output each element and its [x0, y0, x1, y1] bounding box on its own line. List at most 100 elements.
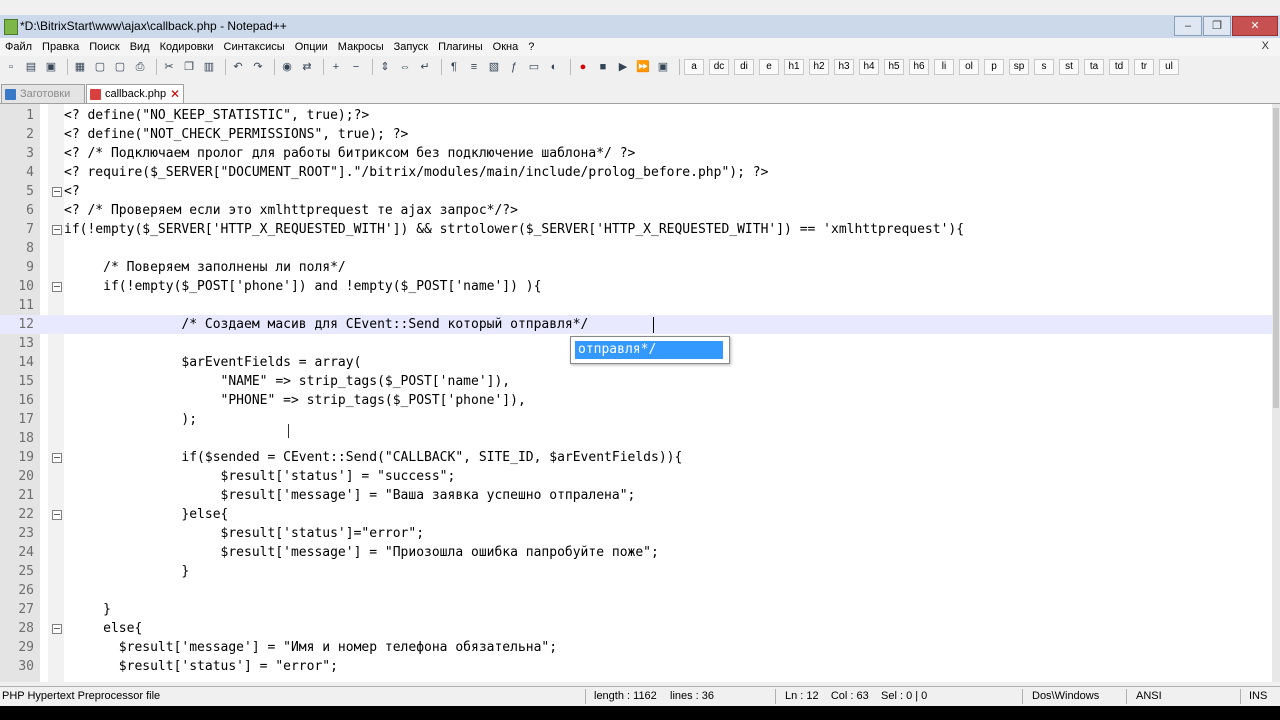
- html-tag-button-h2[interactable]: h2: [809, 59, 829, 75]
- code-line[interactable]: 9 /* Поверяем заполнены ли поля*/: [0, 258, 1272, 277]
- menu-syntax[interactable]: Синтаксисы: [219, 41, 290, 53]
- html-tag-button-li[interactable]: li: [934, 59, 954, 75]
- stop-icon[interactable]: ■: [595, 59, 611, 75]
- sync-h-icon[interactable]: ⇔: [397, 59, 413, 75]
- menu-search[interactable]: Поиск: [84, 41, 124, 53]
- html-tag-button-ta[interactable]: ta: [1084, 59, 1104, 75]
- html-tag-button-h5[interactable]: h5: [884, 59, 904, 75]
- copy-icon[interactable]: ❐: [181, 59, 197, 75]
- fold-toggle-icon[interactable]: [52, 282, 62, 292]
- find-icon[interactable]: ◉: [279, 59, 295, 75]
- code-line[interactable]: 25 }: [0, 562, 1272, 581]
- html-tag-button-sp[interactable]: sp: [1009, 59, 1029, 75]
- close-icon[interactable]: ▢: [92, 59, 108, 75]
- html-tag-button-h3[interactable]: h3: [834, 59, 854, 75]
- html-tag-button-s[interactable]: s: [1034, 59, 1054, 75]
- code-line[interactable]: 29 $result['message'] = "Имя и номер тел…: [0, 638, 1272, 657]
- paste-icon[interactable]: ▥: [201, 59, 217, 75]
- menu-options[interactable]: Опции: [290, 41, 333, 53]
- code-line[interactable]: 7 if(!empty($_SERVER['HTTP_X_REQUESTED_WI…: [0, 220, 1272, 239]
- fold-toggle-icon[interactable]: [52, 187, 62, 197]
- code-line[interactable]: 3 <? /* Подключаем пролог для работы битр…: [0, 144, 1272, 163]
- scrollbar-thumb[interactable]: [1273, 108, 1279, 408]
- tab-callback-php[interactable]: callback.php ✕: [86, 84, 184, 103]
- fold-toggle-icon[interactable]: [52, 225, 62, 235]
- code-line[interactable]: 8: [0, 239, 1272, 258]
- code-line[interactable]: 19 if($sended = CEvent::Send("CALLBACK",…: [0, 448, 1272, 467]
- menu-edit[interactable]: Правка: [37, 41, 84, 53]
- code-line[interactable]: 20 $result['status'] = "success";: [0, 467, 1272, 486]
- code-line[interactable]: 4 <? require($_SERVER["DOCUMENT_ROOT"]."/…: [0, 163, 1272, 182]
- menu-view[interactable]: Вид: [125, 41, 155, 53]
- show-all-icon[interactable]: ¶: [446, 59, 462, 75]
- save-all-icon[interactable]: ▦: [72, 59, 88, 75]
- fold-toggle-icon[interactable]: [52, 453, 62, 463]
- cut-icon[interactable]: ✂: [161, 59, 177, 75]
- code-line[interactable]: 22 }else{: [0, 505, 1272, 524]
- menu-file[interactable]: Файл: [0, 41, 37, 53]
- close-all-icon[interactable]: ▢: [112, 59, 128, 75]
- record-icon[interactable]: ●: [575, 59, 591, 75]
- html-tag-button-di[interactable]: di: [734, 59, 754, 75]
- vertical-scrollbar[interactable]: [1272, 104, 1280, 682]
- code-line[interactable]: 26: [0, 581, 1272, 600]
- html-tag-button-td[interactable]: td: [1109, 59, 1129, 75]
- code-line[interactable]: 15 "NAME" => strip_tags($_POST['name']),: [0, 372, 1272, 391]
- redo-icon[interactable]: ↷: [250, 59, 266, 75]
- open-file-icon[interactable]: ▤: [23, 59, 39, 75]
- code-line[interactable]: 1 <? define("NO_KEEP_STATISTIC", true);?>: [0, 106, 1272, 125]
- code-line[interactable]: 21 $result['message'] = "Ваша заявка усп…: [0, 486, 1272, 505]
- menu-plugins[interactable]: Плагины: [433, 41, 488, 53]
- html-tag-button-e[interactable]: e: [759, 59, 779, 75]
- html-tag-button-st[interactable]: st: [1059, 59, 1079, 75]
- code-line[interactable]: 16 "PHONE" => strip_tags($_POST['phone']…: [0, 391, 1272, 410]
- html-tag-button-p[interactable]: p: [984, 59, 1004, 75]
- tab-zagotovki[interactable]: Заготовки: [1, 84, 85, 103]
- undo-icon[interactable]: ↶: [230, 59, 246, 75]
- html-tag-button-h4[interactable]: h4: [859, 59, 879, 75]
- html-tag-button-h1[interactable]: h1: [784, 59, 804, 75]
- code-editor[interactable]: 1 <? define("NO_KEEP_STATISTIC", true);?>…: [0, 104, 1272, 682]
- print-icon[interactable]: ⎙: [132, 59, 148, 75]
- sync-v-icon[interactable]: ⇕: [377, 59, 393, 75]
- code-line[interactable]: 24 $result['message'] = "Приозошла ошибк…: [0, 543, 1272, 562]
- wrap-icon[interactable]: ↵: [417, 59, 433, 75]
- code-line[interactable]: 28 else{: [0, 619, 1272, 638]
- new-file-icon[interactable]: ▫: [3, 59, 19, 75]
- function-list-icon[interactable]: ƒ: [506, 59, 522, 75]
- menu-macro[interactable]: Макросы: [333, 41, 389, 53]
- code-line[interactable]: 12 /* Создаем масив для CEvent::Send кот…: [0, 315, 1272, 334]
- fold-toggle-icon[interactable]: [52, 624, 62, 634]
- html-tag-button-h6[interactable]: h6: [909, 59, 929, 75]
- doc-map-icon[interactable]: ▧: [486, 59, 502, 75]
- tab-close-icon[interactable]: ✕: [170, 85, 180, 104]
- code-line[interactable]: 10 if(!empty($_POST['phone']) and !empty…: [0, 277, 1272, 296]
- html-tag-button-tr[interactable]: tr: [1134, 59, 1154, 75]
- menu-run[interactable]: Запуск: [389, 41, 433, 53]
- html-tag-button-dc[interactable]: dc: [709, 59, 729, 75]
- autocomplete-suggestion[interactable]: отправля*/: [575, 341, 723, 359]
- minimize-button[interactable]: ‒: [1174, 16, 1202, 36]
- save-macro-icon[interactable]: ▣: [655, 59, 671, 75]
- close-document-icon[interactable]: X: [1257, 40, 1274, 52]
- play-multi-icon[interactable]: ⏩: [635, 59, 651, 75]
- maximize-button[interactable]: ❐: [1203, 16, 1231, 36]
- code-line[interactable]: 5 <?: [0, 182, 1272, 201]
- indent-guide-icon[interactable]: ≡: [466, 59, 482, 75]
- code-line[interactable]: 30 $result['status'] = "error";: [0, 657, 1272, 676]
- menu-help[interactable]: ?: [523, 41, 539, 53]
- code-line[interactable]: 2 <? define("NOT_CHECK_PERMISSIONS", true…: [0, 125, 1272, 144]
- code-line[interactable]: 11: [0, 296, 1272, 315]
- html-tag-button-ul[interactable]: ul: [1159, 59, 1179, 75]
- code-line[interactable]: 27 }: [0, 600, 1272, 619]
- save-icon[interactable]: ▣: [43, 59, 59, 75]
- replace-icon[interactable]: ⇄: [299, 59, 315, 75]
- fold-toggle-icon[interactable]: [52, 510, 62, 520]
- menu-encoding[interactable]: Кодировки: [155, 41, 219, 53]
- zoom-out-icon[interactable]: −: [348, 59, 364, 75]
- html-tag-button-ol[interactable]: ol: [959, 59, 979, 75]
- play-icon[interactable]: ▶: [615, 59, 631, 75]
- folder-icon[interactable]: ▭: [526, 59, 542, 75]
- monitor-icon[interactable]: ◐: [546, 59, 562, 75]
- code-line[interactable]: 18: [0, 429, 1272, 448]
